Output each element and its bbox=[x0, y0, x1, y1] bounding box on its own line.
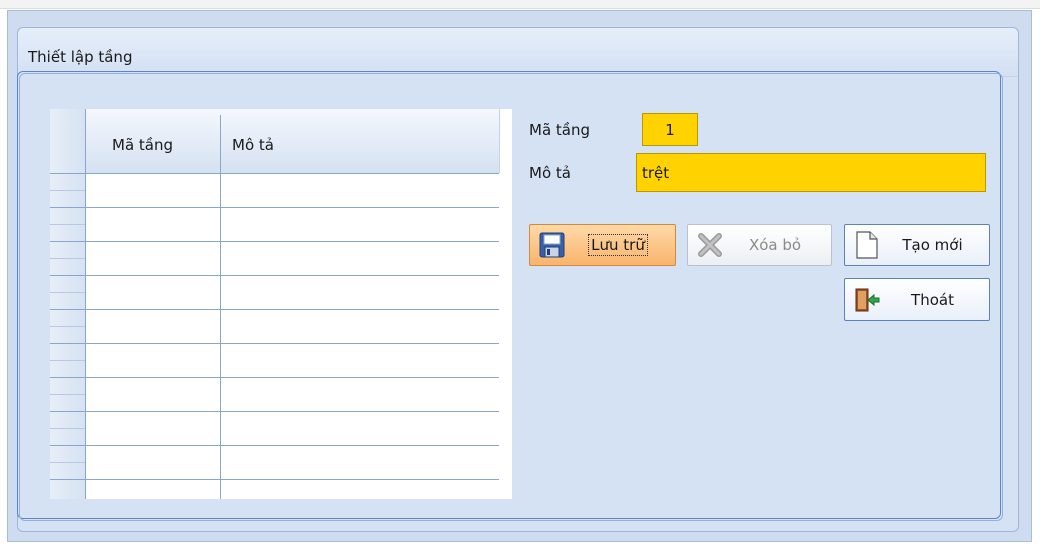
row-header-divider bbox=[50, 462, 85, 463]
delete-button-label: Xóa bỏ bbox=[748, 236, 802, 254]
table-row[interactable] bbox=[50, 343, 499, 344]
row-header-divider bbox=[50, 360, 85, 361]
table-row[interactable] bbox=[50, 377, 499, 378]
table-row[interactable] bbox=[50, 445, 499, 446]
row-header-divider bbox=[50, 394, 85, 395]
column-separator bbox=[85, 109, 86, 499]
column-header-ma-tang[interactable]: Mã tầng bbox=[112, 136, 173, 154]
ma-tang-label: Mã tầng bbox=[529, 121, 591, 139]
new-button-label: Tạo mới bbox=[902, 236, 963, 254]
table-row[interactable] bbox=[50, 479, 499, 480]
table-row[interactable] bbox=[50, 275, 499, 276]
row-header-divider bbox=[50, 190, 85, 191]
row-header-divider bbox=[50, 292, 85, 293]
x-icon bbox=[695, 230, 725, 260]
table-row[interactable] bbox=[50, 309, 499, 310]
delete-button[interactable]: Xóa bỏ bbox=[687, 224, 832, 266]
mo-ta-field[interactable] bbox=[636, 153, 986, 192]
grid-header: Mã tầng Mô tả bbox=[50, 109, 499, 174]
table-row[interactable] bbox=[50, 207, 499, 208]
ma-tang-field[interactable] bbox=[642, 113, 698, 146]
exit-door-icon bbox=[852, 285, 882, 315]
blank-document-icon bbox=[852, 230, 882, 260]
floor-grid[interactable]: Mã tầng Mô tả bbox=[50, 109, 512, 499]
row-header-column bbox=[50, 109, 86, 499]
top-strip bbox=[0, 0, 1040, 9]
row-header-divider bbox=[50, 326, 85, 327]
exit-button-label: Thoát bbox=[911, 290, 954, 309]
save-button-label: Lưu trữ bbox=[588, 234, 648, 256]
column-separator bbox=[499, 109, 500, 173]
floppy-disk-icon bbox=[537, 230, 567, 260]
row-header-divider bbox=[50, 428, 85, 429]
table-row[interactable] bbox=[50, 241, 499, 242]
mo-ta-label: Mô tả bbox=[529, 164, 571, 182]
new-button[interactable]: Tạo mới bbox=[844, 224, 990, 266]
group-title: Thiết lập tầng bbox=[28, 48, 133, 66]
table-row[interactable] bbox=[50, 411, 499, 412]
exit-button[interactable]: Thoát bbox=[844, 278, 990, 321]
grid-right-margin bbox=[499, 173, 512, 499]
save-button[interactable]: Lưu trữ bbox=[529, 224, 676, 266]
group-header: Thiết lập tầng bbox=[18, 28, 1018, 77]
column-header-mo-ta[interactable]: Mô tả bbox=[232, 136, 274, 154]
table-row[interactable] bbox=[50, 173, 499, 174]
row-header-divider bbox=[50, 258, 85, 259]
row-header-divider bbox=[50, 224, 85, 225]
